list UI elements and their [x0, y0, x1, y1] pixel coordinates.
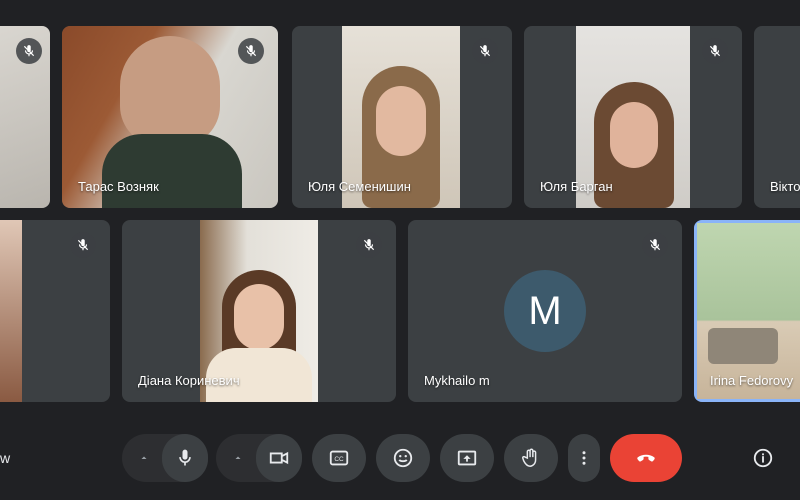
svg-text:CC: CC: [334, 456, 344, 463]
participant-name: Юля Семенишин: [308, 179, 411, 194]
participant-name: Юля Барган: [540, 179, 613, 194]
participant-name: Діана Кориневич: [138, 373, 240, 388]
meeting-code-text: w: [0, 450, 11, 466]
participant-tile[interactable]: M Mykhailo m: [408, 220, 682, 402]
meeting-info-button[interactable]: [750, 445, 776, 471]
participant-tile[interactable]: Діана Кориневич: [122, 220, 396, 402]
person-shirt: [102, 134, 242, 208]
microphone-button[interactable]: [162, 434, 208, 482]
participant-name: Mykhailo m: [424, 373, 490, 388]
participant-tile[interactable]: Юля Барган: [524, 26, 742, 208]
person-face: [610, 102, 658, 168]
sofa: [708, 328, 778, 364]
emoji-button[interactable]: [376, 434, 430, 482]
person-face: [234, 284, 284, 350]
audio-options-caret-icon[interactable]: [122, 434, 166, 482]
mic-off-icon: [472, 38, 498, 64]
microphone-icon: [179, 449, 191, 466]
participant-tile[interactable]: Вікто: [754, 26, 800, 208]
camera-icon: [269, 451, 289, 465]
participant-tile[interactable]: [0, 26, 50, 208]
present-screen-button[interactable]: [440, 434, 494, 482]
raise-hand-button[interactable]: [504, 434, 558, 482]
person-face: [120, 36, 220, 146]
hang-up-icon: [637, 454, 655, 462]
emoji-icon: [393, 448, 413, 468]
more-options-button[interactable]: [568, 434, 600, 482]
captions-button[interactable]: CC: [312, 434, 366, 482]
video-options-caret-icon[interactable]: [216, 434, 260, 482]
participant-name: Irina Fedorovy: [710, 373, 794, 388]
participant-name: Вікто: [770, 179, 800, 194]
leave-call-button[interactable]: [610, 434, 682, 482]
participant-tile[interactable]: Тарас Возняк: [62, 26, 278, 208]
info-icon: [753, 448, 773, 468]
hand-icon: [522, 448, 537, 467]
mic-off-icon: [356, 232, 382, 258]
person-face: [376, 86, 426, 156]
avatar: M: [504, 270, 586, 352]
captions-icon: CC: [329, 450, 349, 466]
participant-tile-active-speaker[interactable]: Irina Fedorovy: [694, 220, 800, 402]
mic-off-icon: [642, 232, 668, 258]
more-vert-icon: [582, 451, 586, 465]
participant-tile[interactable]: [0, 220, 110, 402]
mic-off-icon: [16, 38, 42, 64]
participant-name: Тарас Возняк: [78, 179, 159, 194]
participant-tile[interactable]: Юля Семенишин: [292, 26, 512, 208]
mic-off-icon: [238, 38, 264, 64]
mic-off-icon: [70, 232, 96, 258]
present-icon: [457, 450, 477, 466]
participant-video: [0, 220, 22, 402]
mic-off-icon: [702, 38, 728, 64]
camera-button[interactable]: [256, 434, 302, 482]
